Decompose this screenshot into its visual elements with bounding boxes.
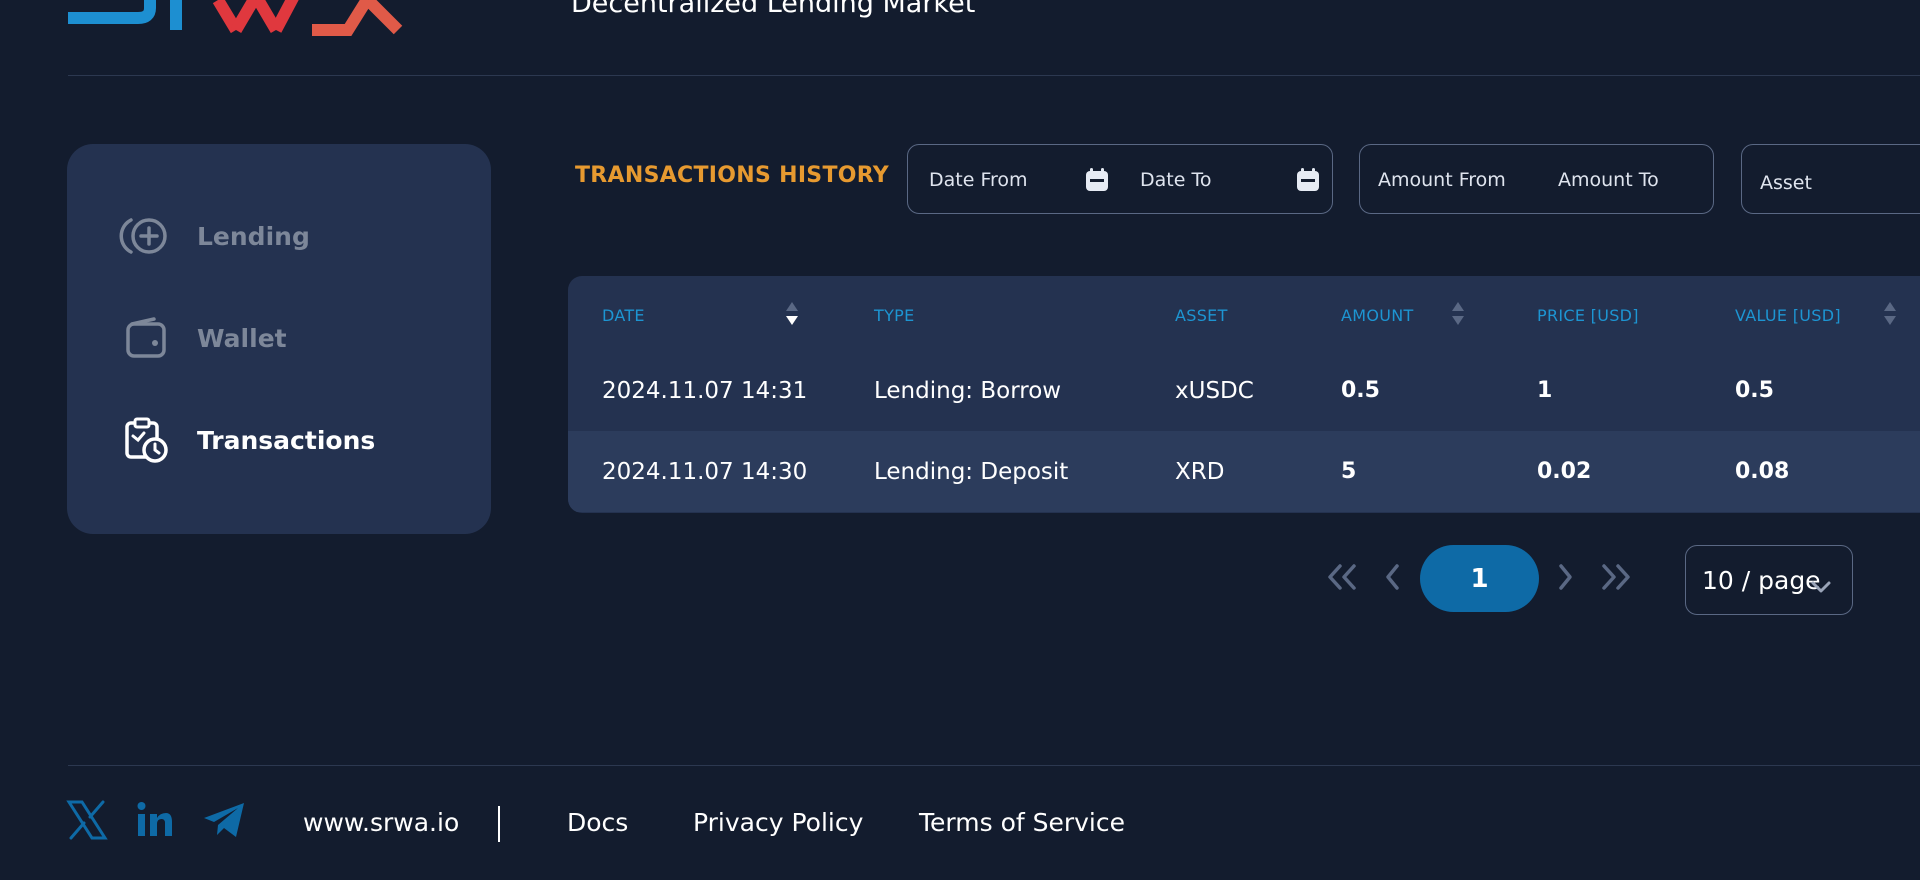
transactions-icon bbox=[117, 416, 175, 464]
page-number-button[interactable]: 1 bbox=[1420, 545, 1539, 612]
table-row[interactable]: 2024.11.07 14:30 Lending: Deposit XRD 5 … bbox=[568, 431, 1920, 512]
asset-select[interactable]: Asset bbox=[1741, 144, 1920, 214]
site-tagline: Decentralized Lending Market bbox=[571, 0, 976, 19]
telegram-icon[interactable] bbox=[201, 797, 247, 843]
footer-separator bbox=[498, 806, 500, 842]
cell-asset: XRD bbox=[1175, 458, 1225, 485]
table-header: DATE TYPE ASSET AMOUNT PRICE [USD] VALUE… bbox=[568, 276, 1920, 356]
calendar-icon[interactable] bbox=[1085, 168, 1109, 192]
page-title: TRANSACTIONS HISTORY bbox=[575, 163, 890, 188]
next-page-button[interactable] bbox=[1545, 563, 1585, 595]
double-chevron-right-icon bbox=[1599, 563, 1633, 595]
column-header-value[interactable]: VALUE [USD] bbox=[1735, 306, 1841, 325]
date-to-input[interactable]: Date To bbox=[1140, 145, 1211, 215]
sort-icon[interactable] bbox=[1451, 300, 1465, 328]
page-size-label: 10 / page bbox=[1702, 565, 1821, 595]
amount-range-filter: Amount From Amount To bbox=[1359, 144, 1714, 214]
sort-icon[interactable] bbox=[785, 300, 799, 328]
column-header-amount[interactable]: AMOUNT bbox=[1341, 306, 1414, 325]
docs-link[interactable]: Docs bbox=[567, 808, 628, 837]
cell-date: 2024.11.07 14:31 bbox=[602, 377, 808, 404]
amount-to-input[interactable]: Amount To bbox=[1558, 145, 1659, 215]
cell-date: 2024.11.07 14:30 bbox=[602, 458, 808, 485]
double-chevron-left-icon bbox=[1325, 563, 1359, 595]
date-from-input[interactable]: Date From bbox=[929, 145, 1028, 215]
app-page: Decentralized Lending Market Lending Wal… bbox=[0, 0, 1920, 880]
cell-price: 0.02 bbox=[1537, 459, 1592, 484]
cell-price: 1 bbox=[1537, 378, 1553, 403]
cell-amount: 0.5 bbox=[1341, 378, 1380, 403]
sidebar-item-lending[interactable]: Lending bbox=[117, 208, 310, 264]
wallet-icon bbox=[117, 314, 175, 362]
prev-page-button[interactable] bbox=[1373, 563, 1413, 595]
calendar-icon[interactable] bbox=[1296, 168, 1320, 192]
footer-divider bbox=[68, 765, 1920, 766]
chevron-down-icon bbox=[1810, 572, 1832, 593]
cell-value: 0.5 bbox=[1735, 378, 1774, 403]
sidebar-item-label: Lending bbox=[197, 221, 310, 251]
terms-of-service-link[interactable]: Terms of Service bbox=[919, 808, 1125, 837]
column-header-date[interactable]: DATE bbox=[602, 306, 645, 325]
last-page-button[interactable] bbox=[1596, 563, 1636, 595]
cell-type: Lending: Borrow bbox=[874, 377, 1062, 404]
cell-asset: xUSDC bbox=[1175, 377, 1254, 404]
column-header-type: TYPE bbox=[874, 306, 915, 325]
linkedin-icon[interactable] bbox=[132, 797, 178, 843]
chevron-right-icon bbox=[1555, 563, 1575, 595]
cell-amount: 5 bbox=[1341, 459, 1357, 484]
header-divider bbox=[68, 75, 1920, 76]
lending-icon bbox=[117, 212, 175, 260]
table-row[interactable]: 2024.11.07 14:31 Lending: Borrow xUSDC 0… bbox=[568, 350, 1920, 431]
sidebar-item-wallet[interactable]: Wallet bbox=[117, 310, 287, 366]
date-range-filter: Date From Date To bbox=[907, 144, 1333, 214]
x-icon[interactable] bbox=[64, 797, 110, 843]
srwa-logo[interactable] bbox=[68, 0, 408, 36]
cell-value: 0.08 bbox=[1735, 459, 1790, 484]
sidebar-item-label: Transactions bbox=[197, 425, 376, 455]
website-link[interactable]: www.srwa.io bbox=[303, 808, 459, 837]
chevron-left-icon bbox=[1383, 563, 1403, 595]
first-page-button[interactable] bbox=[1322, 563, 1362, 595]
sidebar-item-transactions[interactable]: Transactions bbox=[117, 412, 375, 468]
sort-icon[interactable] bbox=[1883, 300, 1897, 328]
column-header-price: PRICE [USD] bbox=[1537, 306, 1639, 325]
privacy-policy-link[interactable]: Privacy Policy bbox=[693, 808, 863, 837]
amount-from-input[interactable]: Amount From bbox=[1378, 145, 1506, 215]
cell-type: Lending: Deposit bbox=[874, 458, 1069, 485]
transactions-table: DATE TYPE ASSET AMOUNT PRICE [USD] VALUE… bbox=[568, 276, 1920, 513]
sidebar-item-label: Wallet bbox=[197, 323, 287, 353]
page-size-select[interactable]: 10 / page bbox=[1685, 545, 1853, 615]
asset-select-label: Asset bbox=[1760, 172, 1812, 194]
sidebar-nav: Lending Wallet Transactions bbox=[67, 144, 491, 534]
column-header-asset: ASSET bbox=[1175, 306, 1228, 325]
